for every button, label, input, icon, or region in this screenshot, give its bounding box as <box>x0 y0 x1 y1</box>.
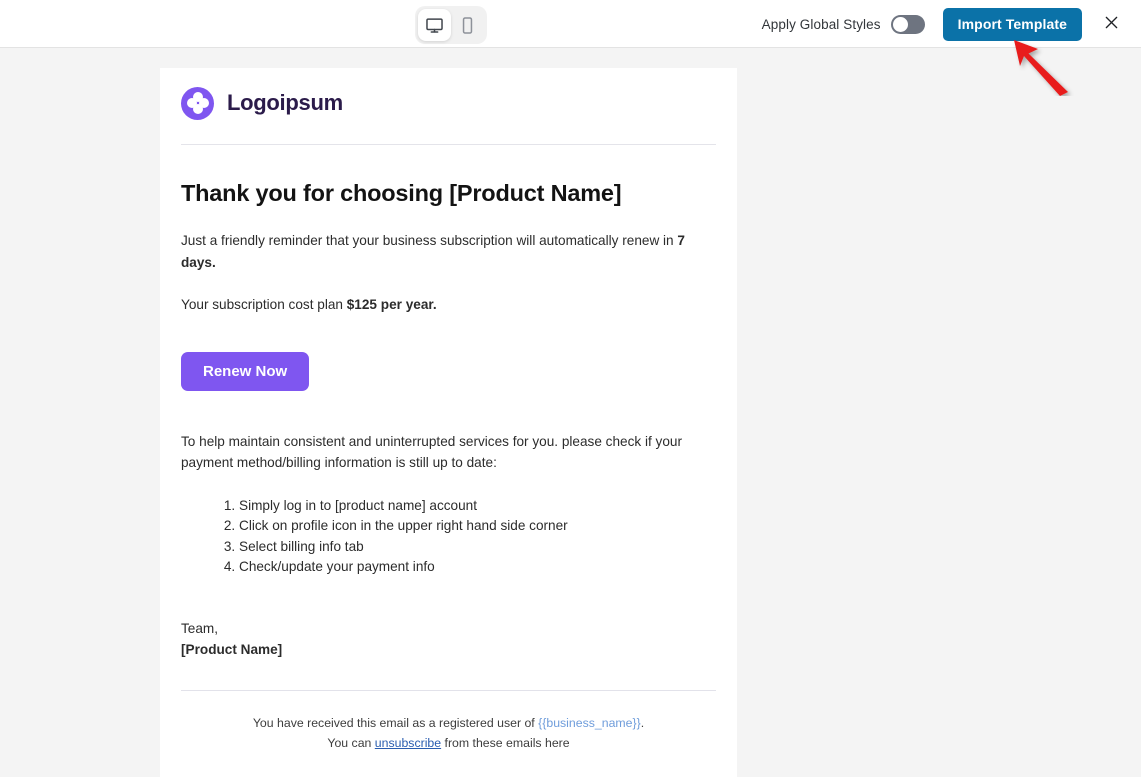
email-heading: Thank you for choosing [Product Name] <box>181 180 622 206</box>
desktop-preview-button[interactable] <box>418 9 451 41</box>
cost-plan-text: Your subscription cost plan <box>181 297 347 312</box>
footer-registered-text: You have received this email as a regist… <box>252 715 539 730</box>
close-button[interactable] <box>1091 4 1131 44</box>
renew-reminder-text: Just a friendly reminder that your busin… <box>181 233 678 248</box>
mobile-preview-button[interactable] <box>451 9 484 41</box>
list-item: Click on profile icon in the upper right… <box>239 516 716 536</box>
unsubscribe-prefix: You can <box>327 736 375 750</box>
preview-canvas: Logoipsum Thank you for choosing [Produc… <box>0 48 1141 777</box>
top-toolbar: Apply Global Styles Import Template <box>0 0 1141 48</box>
email-signoff: Team, [Product Name] <box>181 618 716 660</box>
cost-plan-bold: $125 per year. <box>346 297 437 312</box>
apply-global-styles-label: Apply Global Styles <box>761 16 881 32</box>
unsubscribe-link[interactable]: unsubscribe <box>375 736 441 750</box>
list-item: Simply log in to [product name] account <box>239 496 716 516</box>
unsubscribe-suffix: from these emails here <box>441 736 570 750</box>
footer-divider <box>181 689 716 691</box>
cta-wrapper: Renew Now <box>181 351 716 391</box>
mobile-phone-icon <box>458 16 477 35</box>
close-x-icon <box>1102 13 1121 35</box>
signoff-product-name: [Product Name] <box>181 641 283 657</box>
apply-global-styles-toggle[interactable] <box>890 14 925 34</box>
signoff-team: Team, <box>181 620 219 636</box>
logoipsum-clover-icon <box>181 86 214 120</box>
list-item: Check/update your payment info <box>239 557 716 577</box>
email-body: Thank you for choosing [Product Name] Ju… <box>181 180 716 777</box>
import-template-button[interactable]: Import Template <box>942 7 1082 41</box>
cost-plan-paragraph: Your subscription cost plan $125 per yea… <box>181 294 716 316</box>
renew-now-button[interactable]: Renew Now <box>181 351 310 391</box>
footer-registered-line: You have received this email as a regist… <box>181 713 716 734</box>
toolbar-right-controls: Apply Global Styles Import Template <box>762 0 1131 48</box>
desktop-monitor-icon <box>425 16 444 35</box>
renew-reminder-paragraph: Just a friendly reminder that your busin… <box>181 230 716 273</box>
footer-registered-suffix: . <box>640 715 645 730</box>
toggle-knob <box>892 16 908 32</box>
business-name-variable: {{business_name}} <box>538 715 641 730</box>
email-template-card: Logoipsum Thank you for choosing [Produc… <box>160 68 737 777</box>
footer-unsubscribe-line: You can unsubscribe from these emails he… <box>181 733 716 754</box>
header-divider <box>181 144 716 145</box>
billing-steps-list: Simply log in to [product name] account … <box>181 496 716 577</box>
email-logo-row: Logoipsum <box>181 68 716 138</box>
billing-info-paragraph: To help maintain consistent and uninterr… <box>181 433 682 471</box>
list-item: Select billing info tab <box>239 537 716 557</box>
logo-wordmark: Logoipsum <box>227 90 343 115</box>
email-footer: You have received this email as a regist… <box>181 713 716 777</box>
device-preview-switcher[interactable] <box>415 6 487 44</box>
